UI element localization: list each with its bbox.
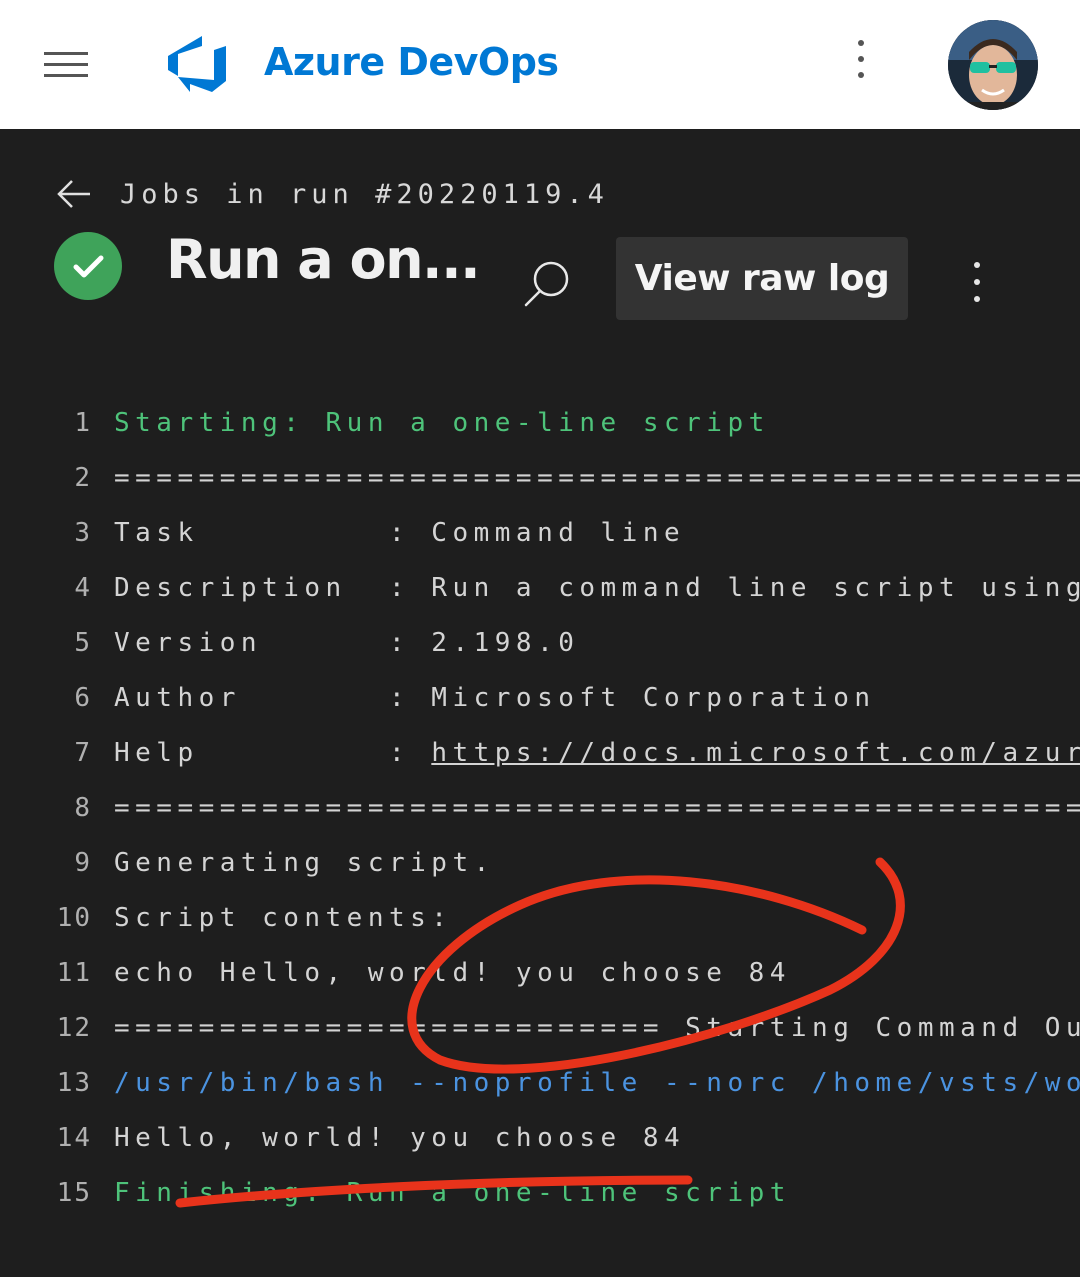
log-line: 14 Hello, world! you choose 84	[0, 1111, 1080, 1166]
breadcrumb[interactable]: Jobs in run #20220119.4	[56, 172, 609, 216]
log-text: ========================================…	[114, 463, 1080, 493]
log-line: 9 Generating script.	[0, 836, 1080, 891]
azure-devops-logo[interactable]	[166, 34, 228, 94]
line-number: 1	[74, 408, 92, 438]
line-number: 3	[74, 518, 92, 548]
log-text: ========================================…	[114, 793, 1080, 823]
status-badge	[54, 232, 122, 300]
line-number: 5	[74, 628, 92, 658]
log-text: Version : 2.198.0	[114, 628, 580, 658]
log-text: Hello, world! you choose 84	[114, 1123, 686, 1153]
log-line: 3 Task : Command line	[0, 506, 1080, 561]
log-line: 8 =======================================…	[0, 781, 1080, 836]
line-number: 4	[74, 573, 92, 603]
log-line: 12 ========================== Starting Co…	[0, 1001, 1080, 1056]
log-line: 7 Help : https://docs.microsoft.com/azure…	[0, 726, 1080, 781]
log-text: Starting: Run a one-line script	[114, 408, 770, 438]
more-vertical-icon[interactable]	[966, 262, 988, 310]
log-line: 10 Script contents:	[0, 891, 1080, 946]
line-number: 15	[56, 1178, 92, 1208]
line-number: 14	[56, 1123, 92, 1153]
log-text: Generating script.	[114, 848, 495, 878]
log-text: ========================== Starting Comm…	[114, 1013, 1080, 1043]
line-number: 9	[74, 848, 92, 878]
line-number: 11	[56, 958, 92, 988]
log-text: Finishing: Run a one-line script	[114, 1178, 791, 1208]
log-line: 4 Description : Run a command line script…	[0, 561, 1080, 616]
log-text: echo Hello, world! you choose 84	[114, 958, 791, 988]
log-text: Author : Microsoft Corporation	[114, 683, 876, 713]
log-line: 11 echo Hello, world! you choose 84	[0, 946, 1080, 1001]
line-number: 13	[56, 1068, 92, 1098]
log-text: Script contents:	[114, 903, 453, 933]
avatar[interactable]	[948, 20, 1038, 110]
log-text: Task : Command line	[114, 518, 686, 548]
view-raw-log-button[interactable]: View raw log	[616, 237, 908, 320]
line-number: 12	[56, 1013, 92, 1043]
search-icon	[524, 261, 569, 307]
brand-name[interactable]: Azure DevOps	[264, 40, 559, 84]
log-text: Help :	[114, 738, 432, 768]
line-number: 8	[74, 793, 92, 823]
more-vertical-icon[interactable]	[850, 40, 872, 88]
page-title: Run a on...	[166, 228, 481, 291]
log-line: 13/usr/bin/bash --noprofile --norc /home…	[0, 1056, 1080, 1111]
line-number: 10	[56, 903, 92, 933]
log-text: /usr/bin/bash --noprofile --norc /home/v…	[114, 1068, 1080, 1098]
line-number: 7	[74, 738, 92, 768]
log-line: 15 Finishing: Run a one-line script	[0, 1166, 1080, 1221]
help-link[interactable]: https://docs.microsoft.com/azure/d	[431, 738, 1080, 768]
log-viewer[interactable]: 1 Starting: Run a one-line script 2 ======…	[0, 396, 1080, 1277]
line-number: 6	[74, 683, 92, 713]
log-line: 6 Author : Microsoft Corporation	[0, 671, 1080, 726]
log-line: 2 =======================================…	[0, 451, 1080, 506]
back-arrow-icon[interactable]	[56, 176, 92, 212]
log-text: Description : Run a command line script …	[114, 573, 1080, 603]
breadcrumb-label[interactable]: Jobs in run #20220119.4	[120, 179, 609, 210]
line-number: 2	[74, 463, 92, 493]
search-button[interactable]	[520, 256, 576, 312]
hamburger-menu-icon[interactable]	[44, 52, 88, 78]
check-icon	[73, 255, 104, 278]
log-line: 5 Version : 2.198.0	[0, 616, 1080, 671]
log-line: 1 Starting: Run a one-line script	[0, 396, 1080, 451]
top-bar: Azure DevOps	[0, 0, 1080, 129]
